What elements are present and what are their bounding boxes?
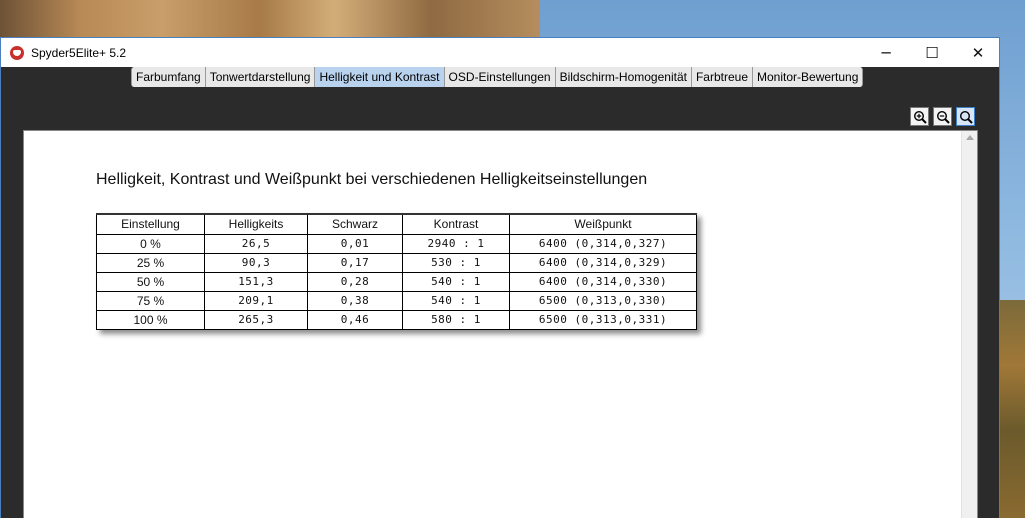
- tab-farbumfang[interactable]: Farbumfang: [131, 67, 206, 87]
- cell-schwarz: 0,46: [307, 309, 403, 330]
- tab-bildschirm-homogenitaet[interactable]: Bildschirm-Homogenität: [555, 67, 692, 87]
- zoom-reset-icon: [959, 110, 973, 124]
- app-window: Spyder5Elite+ 5.2 ─ ☐ ✕ Farbumfang Tonwe…: [0, 37, 1000, 518]
- cell-einstellung: 50 %: [96, 271, 205, 292]
- cell-kontrast: 540 : 1: [402, 290, 510, 311]
- cell-kontrast: 530 : 1: [402, 252, 510, 273]
- vertical-scrollbar[interactable]: [961, 131, 977, 518]
- desktop-background-trees: [1000, 300, 1025, 518]
- window-title: Spyder5Elite+ 5.2: [31, 45, 127, 60]
- spyder-app-icon[interactable]: [10, 45, 24, 60]
- cell-kontrast: 580 : 1: [402, 309, 510, 330]
- cell-helligkeit: 90,3: [204, 252, 308, 273]
- desktop-background-rock: [0, 0, 540, 40]
- cell-einstellung: 25 %: [96, 252, 205, 273]
- table-row: 50 % 151,3 0,28 540 : 1 6400 (0,314,0,33…: [96, 271, 697, 292]
- cell-schwarz: 0,17: [307, 252, 403, 273]
- tab-osd-einstellungen[interactable]: OSD-Einstellungen: [444, 67, 556, 87]
- column-header-einstellung: Einstellung: [96, 213, 205, 235]
- zoom-in-icon: [913, 110, 927, 124]
- results-table-container: Einstellung Helligkeits Schwarz Kontrast…: [96, 213, 697, 330]
- cell-kontrast: 2940 : 1: [402, 233, 510, 254]
- tab-helligkeit-und-kontrast[interactable]: Helligkeit und Kontrast: [315, 67, 445, 87]
- cell-kontrast: 540 : 1: [402, 271, 510, 292]
- column-header-kontrast: Kontrast: [402, 213, 510, 235]
- report-tabs: Farbumfang Tonwertdarstellung Helligkeit…: [131, 67, 864, 87]
- column-header-weisspunkt: Weißpunkt: [509, 213, 697, 235]
- table-row: 75 % 209,1 0,38 540 : 1 6500 (0,313,0,33…: [96, 290, 697, 311]
- zoom-out-button[interactable]: [933, 107, 952, 126]
- cell-weisspunkt: 6500 (0,313,0,330): [509, 290, 697, 311]
- zoom-reset-button[interactable]: [956, 107, 975, 126]
- zoom-in-button[interactable]: [910, 107, 929, 126]
- minimize-button[interactable]: ─: [863, 38, 909, 67]
- cell-weisspunkt: 6400 (0,314,0,327): [509, 233, 697, 254]
- report-view: Helligkeit, Kontrast und Weißpunkt bei v…: [23, 130, 978, 518]
- cell-helligkeit: 26,5: [204, 233, 308, 254]
- zoom-out-icon: [936, 110, 950, 124]
- cell-weisspunkt: 6400 (0,314,0,330): [509, 271, 697, 292]
- maximize-icon: ☐: [925, 43, 939, 62]
- results-table: Einstellung Helligkeits Schwarz Kontrast…: [96, 213, 697, 330]
- table-row: 0 % 26,5 0,01 2940 : 1 6400 (0,314,0,327…: [96, 233, 697, 254]
- cell-einstellung: 0 %: [96, 233, 205, 254]
- tab-tonwertdarstellung[interactable]: Tonwertdarstellung: [205, 67, 316, 87]
- table-row: 100 % 265,3 0,46 580 : 1 6500 (0,313,0,3…: [96, 309, 697, 330]
- minimize-icon: ─: [881, 43, 891, 62]
- cell-helligkeit: 209,1: [204, 290, 308, 311]
- zoom-toolbar: [910, 107, 975, 126]
- column-header-helligkeits: Helligkeits: [204, 213, 308, 235]
- table-row: 25 % 90,3 0,17 530 : 1 6400 (0,314,0,329…: [96, 252, 697, 273]
- scroll-up-arrow-icon[interactable]: [966, 135, 974, 140]
- column-header-schwarz: Schwarz: [307, 213, 403, 235]
- cell-schwarz: 0,28: [307, 271, 403, 292]
- close-icon: ✕: [971, 43, 985, 62]
- maximize-button[interactable]: ☐: [909, 38, 955, 67]
- table-header-row: Einstellung Helligkeits Schwarz Kontrast…: [96, 213, 697, 235]
- cell-einstellung: 100 %: [96, 309, 205, 330]
- cell-schwarz: 0,38: [307, 290, 403, 311]
- cell-helligkeit: 151,3: [204, 271, 308, 292]
- cell-schwarz: 0,01: [307, 233, 403, 254]
- report-title: Helligkeit, Kontrast und Weißpunkt bei v…: [96, 171, 648, 188]
- cell-weisspunkt: 6500 (0,313,0,331): [509, 309, 697, 330]
- cell-weisspunkt: 6400 (0,314,0,329): [509, 252, 697, 273]
- tab-farbtreue[interactable]: Farbtreue: [691, 67, 753, 87]
- title-bar[interactable]: Spyder5Elite+ 5.2 ─ ☐ ✕: [1, 38, 999, 67]
- close-button[interactable]: ✕: [955, 38, 1001, 67]
- tab-monitor-bewertung[interactable]: Monitor-Bewertung: [753, 67, 864, 87]
- cell-helligkeit: 265,3: [204, 309, 308, 330]
- cell-einstellung: 75 %: [96, 290, 205, 311]
